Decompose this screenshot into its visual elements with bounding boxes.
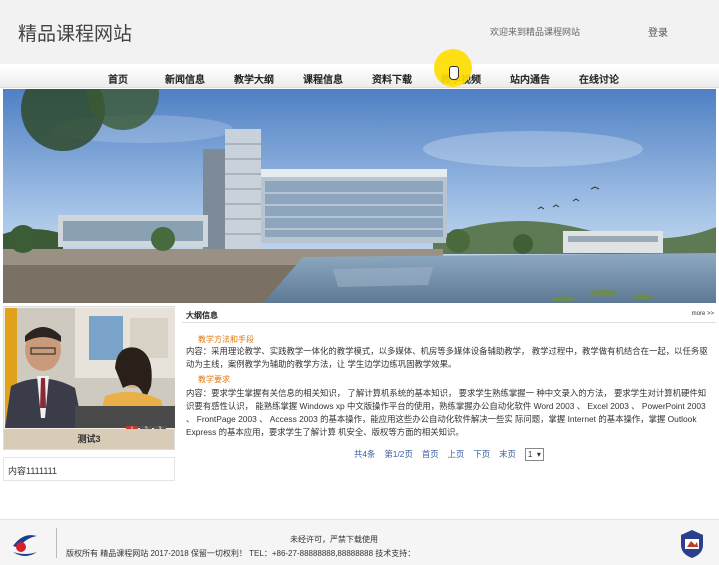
featured-content-text: 内容1111111 (3, 457, 175, 481)
page-select[interactable]: 1 ▾ (524, 447, 544, 461)
school-logo-icon (13, 535, 37, 556)
main-nav: 首页 新闻信息 教学大纲 课程信息 资料下载 教学视频 站内通告 在线讨论 (0, 66, 719, 88)
nav-item-news[interactable]: 新闻信息 (165, 71, 205, 86)
footer-notice: 未经许可，严禁下载使用 (290, 535, 378, 544)
pagination-page-info: 第1/2页 (384, 449, 413, 459)
nav-item-downloads[interactable]: 资料下载 (372, 71, 412, 86)
pagination-total: 共4条 (354, 449, 376, 459)
chevron-down-icon: ▾ (536, 449, 541, 459)
featured-photo[interactable] (5, 308, 175, 428)
hand-cursor-icon (449, 66, 459, 80)
site-header: 精品课程网站 欢迎来到精品课程网站 登录 (0, 0, 719, 64)
outline-section-header: 大纲信息 more >> (182, 307, 716, 323)
footer-copyright: 版权所有 精品课程网站 2017-2018 保留一切权利！ TEL：+86-27… (66, 549, 416, 558)
pagination-prev[interactable]: 上页 (448, 448, 465, 460)
outline-paragraph-methods: 内容：采用理论教学、实践教学一体化的教学模式，以多媒体、机房等多媒体设备辅助教学… (186, 346, 708, 369)
page-select-value: 1 (527, 449, 533, 459)
pagination-last[interactable]: 末页 (499, 448, 516, 460)
footer-divider (56, 528, 57, 558)
welcome-text: 欢迎来到精品课程网站 (490, 27, 581, 37)
badge-icon (681, 530, 703, 558)
outline-subtitle-methods[interactable]: 教学方法和手段 (198, 334, 254, 345)
pagination-next[interactable]: 下页 (473, 448, 490, 460)
nav-item-forum[interactable]: 在线讨论 (579, 71, 619, 86)
nav-item-syllabus[interactable]: 教学大纲 (234, 71, 274, 86)
login-link[interactable]: 登录 (648, 24, 668, 39)
more-link[interactable]: more >> (692, 311, 714, 317)
nav-item-courses[interactable]: 课程信息 (303, 71, 343, 86)
pagination: 共4条 第1/2页 首页 上页 下页 末页 1 ▾ (354, 447, 544, 461)
featured-caption[interactable]: 测试3 (4, 429, 174, 449)
teacher-student-image (5, 308, 175, 428)
outline-subtitle-requirements[interactable]: 教学要求 (198, 374, 230, 385)
campus-building-image (3, 89, 716, 303)
hero-banner[interactable] (3, 89, 716, 303)
site-footer: 未经许可，严禁下载使用 版权所有 精品课程网站 2017-2018 保留一切权利… (0, 519, 719, 565)
outline-section-title: 大纲信息 (186, 311, 218, 320)
featured-card[interactable]: 1 2 3 测试3 (3, 306, 175, 450)
outline-paragraph-requirements: 内容：要求学生掌握有关信息的相关知识， 了解计算机系统的基本知识， 要求学生熟练… (186, 388, 707, 437)
nav-item-notices[interactable]: 站内通告 (510, 71, 550, 86)
site-title[interactable]: 精品课程网站 (18, 19, 132, 46)
nav-item-home[interactable]: 首页 (108, 71, 128, 86)
pagination-first[interactable]: 首页 (422, 448, 439, 460)
